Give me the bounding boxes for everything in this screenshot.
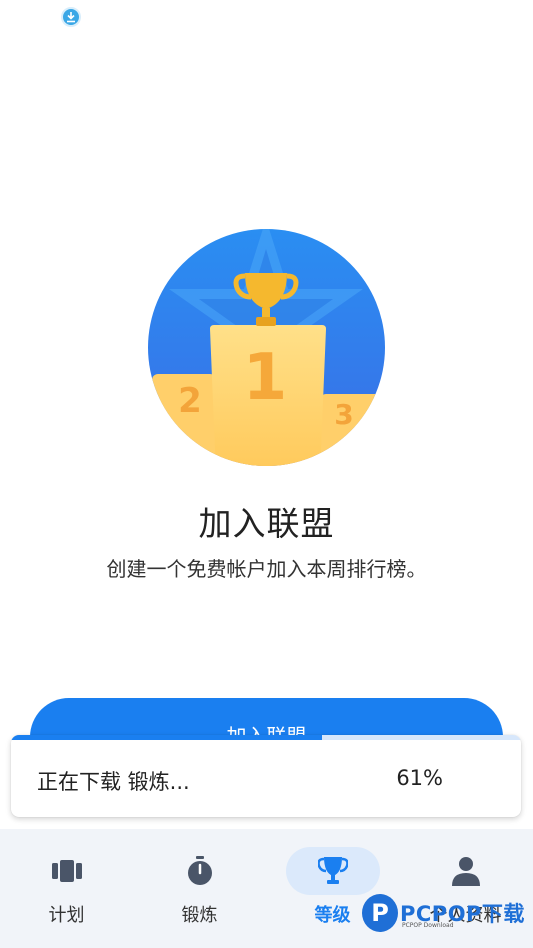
watermark-subtext: PCPOP Download [402,922,454,929]
download-status-text: 正在下载 锻炼... [37,770,190,794]
nav-icon-wrap-workout [153,847,247,895]
nav-label-ranking: 等级 [314,905,351,926]
status-bar [0,0,533,36]
podium-1-label: 1 [243,341,288,415]
nav-icon-wrap-ranking [285,847,380,895]
person-icon [451,857,480,886]
download-progress-track [11,735,521,740]
nav-item-workout[interactable]: 锻炼 [133,829,266,948]
page-subtitle: 创建一个免费帐户加入本周排行榜。 [106,557,427,581]
podium-trophy-illustration: 2 3 1 [148,229,385,466]
nav-item-plan[interactable]: 计划 [0,829,133,948]
nav-label-plan: 计划 [48,905,85,926]
watermark: P PCPOP下载 PCPOP Download [362,892,530,938]
nav-icon-wrap-profile [419,847,513,895]
download-percent: 61% [396,766,443,790]
download-circle-icon [61,7,81,27]
nav-icon-wrap-plan [20,847,114,895]
download-progress-fill [11,735,323,740]
podium-3-label: 3 [334,398,353,431]
plan-icon [51,860,82,882]
page-title: 加入联盟 [198,504,335,543]
watermark-logo-icon: P [362,894,398,932]
podium-2-label: 2 [178,381,202,421]
trophy-icon [317,857,348,884]
stopwatch-icon [187,856,212,885]
download-toast: 正在下载 锻炼... 61% [11,735,521,817]
nav-label-workout: 锻炼 [181,905,218,926]
